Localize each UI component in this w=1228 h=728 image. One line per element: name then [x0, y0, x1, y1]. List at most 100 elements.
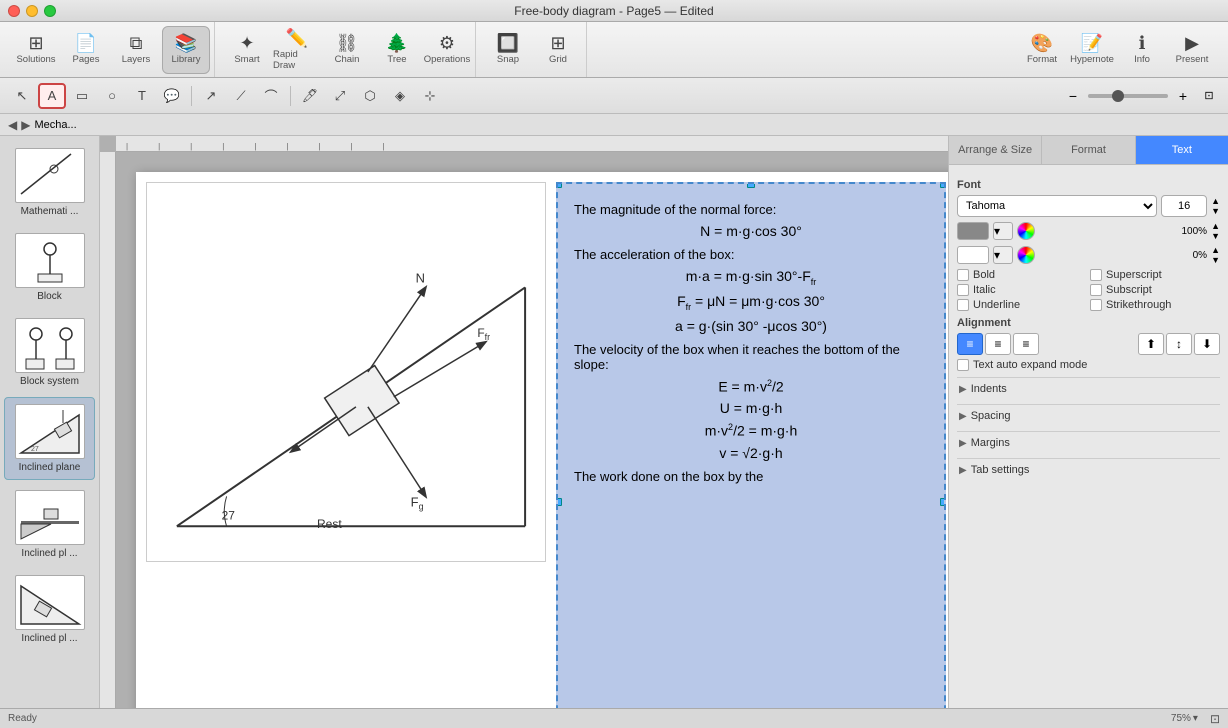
arc-tool[interactable]: ⌒	[257, 83, 285, 109]
sidebar-item-inclined-pl-2[interactable]: Inclined pl ...	[4, 569, 95, 650]
align-left-button[interactable]: ≡	[957, 333, 983, 355]
maximize-button[interactable]	[44, 5, 56, 17]
lasso-tool[interactable]: ⬡	[356, 83, 384, 109]
indents-header[interactable]: ▶ Indents	[957, 378, 1220, 400]
selection-handle-ml[interactable]	[556, 498, 562, 506]
strikethrough-checkbox[interactable]	[1090, 299, 1102, 311]
block-system-thumbnail	[16, 319, 84, 372]
font-row: Tahoma ▲▼	[957, 195, 1220, 217]
font-color-picker[interactable]	[1017, 222, 1035, 240]
hypernote-label: Hypernote	[1070, 54, 1114, 65]
sidebar-thumb-inclined-pl-1	[15, 490, 85, 545]
align-top-button[interactable]: ⬆	[1138, 333, 1164, 355]
selection-handle-mr[interactable]	[940, 498, 946, 506]
svg-text:Ffr: Ffr	[477, 326, 490, 342]
sidebar-item-mathemati[interactable]: Mathemati ...	[4, 142, 95, 223]
sidebar-thumb-block-system	[15, 318, 85, 373]
selection-handle-tc[interactable]	[747, 182, 755, 188]
smart-button[interactable]: ✦ Smart	[223, 26, 271, 74]
italic-label: Italic	[973, 284, 996, 296]
text-content-area[interactable]: The magnitude of the normal force: N = m…	[556, 182, 946, 708]
second-color-swatch[interactable]	[957, 246, 989, 264]
selection-handle-tr[interactable]	[940, 182, 946, 188]
zoom-fit-button[interactable]: ⊡	[1198, 85, 1220, 107]
crop-tool[interactable]: ⊹	[416, 83, 444, 109]
font-color-swatch[interactable]	[957, 222, 989, 240]
tree-button[interactable]: 🌲 Tree	[373, 26, 421, 74]
tab-text[interactable]: Text	[1136, 136, 1228, 164]
rapid-draw-button[interactable]: ✏️ Rapid Draw	[273, 26, 321, 74]
superscript-checkbox[interactable]	[1090, 269, 1102, 281]
close-button[interactable]	[8, 5, 20, 17]
second-color-dropdown[interactable]: ▾	[993, 246, 1013, 264]
second-color-picker[interactable]	[1017, 246, 1035, 264]
inclined-pl-2-thumbnail	[16, 576, 84, 629]
opacity-1-stepper[interactable]: ▲▼	[1211, 221, 1220, 241]
sidebar-item-block-system[interactable]: Block system	[4, 312, 95, 393]
sidebar-item-inclined-pl-1[interactable]: Inclined pl ...	[4, 484, 95, 565]
bold-checkbox[interactable]	[957, 269, 969, 281]
speech-bubble-tool[interactable]: 💬	[158, 83, 186, 109]
font-name-select[interactable]: Tahoma	[957, 195, 1157, 217]
zoom-out-button[interactable]: −	[1062, 85, 1084, 107]
canvas-area[interactable]: | | | | | | | | |	[100, 136, 948, 708]
opacity-2-stepper[interactable]: ▲▼	[1211, 245, 1220, 265]
connector-tool[interactable]: ↗	[197, 83, 225, 109]
sidebar-item-inclined-plane[interactable]: 27 Inclined plane	[4, 397, 95, 480]
rectangle-tool[interactable]: ▭	[68, 83, 96, 109]
superscript-label: Superscript	[1106, 269, 1162, 281]
subscript-checkbox[interactable]	[1090, 284, 1102, 296]
page-canvas[interactable]: 27 N Ffr	[136, 172, 948, 708]
margins-header[interactable]: ▶ Margins	[957, 432, 1220, 454]
shape-edit-tool[interactable]: ◈	[386, 83, 414, 109]
pages-button[interactable]: 📄 Pages	[62, 26, 110, 74]
font-size-input[interactable]	[1161, 195, 1207, 217]
library-label: Library	[171, 54, 200, 65]
solutions-button[interactable]: ⊞ Solutions	[12, 26, 60, 74]
underline-checkbox[interactable]	[957, 299, 969, 311]
italic-checkbox[interactable]	[957, 284, 969, 296]
back-button[interactable]: ◀	[8, 118, 17, 132]
hypernote-button[interactable]: 📝 Hypernote	[1068, 26, 1116, 74]
grid-button[interactable]: ⊞ Grid	[534, 26, 582, 74]
pen-tool[interactable]: 🖊	[296, 83, 324, 109]
fit-page-icon[interactable]: ⊡	[1210, 712, 1220, 726]
selection-handle-tl[interactable]	[556, 182, 562, 188]
zoom-slider[interactable]	[1088, 94, 1168, 98]
align-bottom-button[interactable]: ⬇	[1194, 333, 1220, 355]
operations-button[interactable]: ⚙ Operations	[423, 26, 471, 74]
present-button[interactable]: ▶ Present	[1168, 26, 1216, 74]
connector2-tool[interactable]: ⤢	[326, 83, 354, 109]
tab-format[interactable]: Format	[1042, 136, 1135, 164]
circle-tool[interactable]: ○	[98, 83, 126, 109]
chain-button[interactable]: ⛓ Chain	[323, 26, 371, 74]
text-tool-A[interactable]: A	[38, 83, 66, 109]
align-right-button[interactable]: ≡	[1013, 333, 1039, 355]
minimize-button[interactable]	[26, 5, 38, 17]
text-insert-tool[interactable]: T	[128, 83, 156, 109]
font-color-dropdown[interactable]: ▾	[993, 222, 1013, 240]
auto-expand-checkbox[interactable]	[957, 359, 969, 371]
panel-content: Font Tahoma ▲▼ ▾ 100% ▲▼ ▾	[949, 165, 1228, 708]
font-size-stepper[interactable]: ▲▼	[1211, 196, 1220, 216]
forward-button[interactable]: ▶	[21, 118, 30, 132]
tab-arrange[interactable]: Arrange & Size	[949, 136, 1042, 164]
library-button[interactable]: 📚 Library	[162, 26, 210, 74]
sidebar-item-block[interactable]: Block	[4, 227, 95, 308]
svg-text:N: N	[416, 270, 425, 285]
align-center-button[interactable]: ≡	[985, 333, 1011, 355]
info-button[interactable]: ℹ Info	[1118, 26, 1166, 74]
line-tool[interactable]: ⟋	[227, 83, 255, 109]
spacing-header[interactable]: ▶ Spacing	[957, 405, 1220, 427]
snap-button[interactable]: 🔲 Snap	[484, 26, 532, 74]
zoom-select[interactable]: 75% ▾	[1171, 713, 1198, 724]
format-button[interactable]: 🎨 Format	[1018, 26, 1066, 74]
present-icon: ▶	[1185, 34, 1199, 52]
library-icon: 📚	[175, 34, 197, 52]
layers-button[interactable]: ⧉ Layers	[112, 26, 160, 74]
zoom-in-button[interactable]: +	[1172, 85, 1194, 107]
align-middle-button[interactable]: ↕	[1166, 333, 1192, 355]
svg-text:27: 27	[222, 508, 236, 522]
tab-settings-header[interactable]: ▶ Tab settings	[957, 459, 1220, 481]
arrow-tool[interactable]: ↖	[8, 83, 36, 109]
